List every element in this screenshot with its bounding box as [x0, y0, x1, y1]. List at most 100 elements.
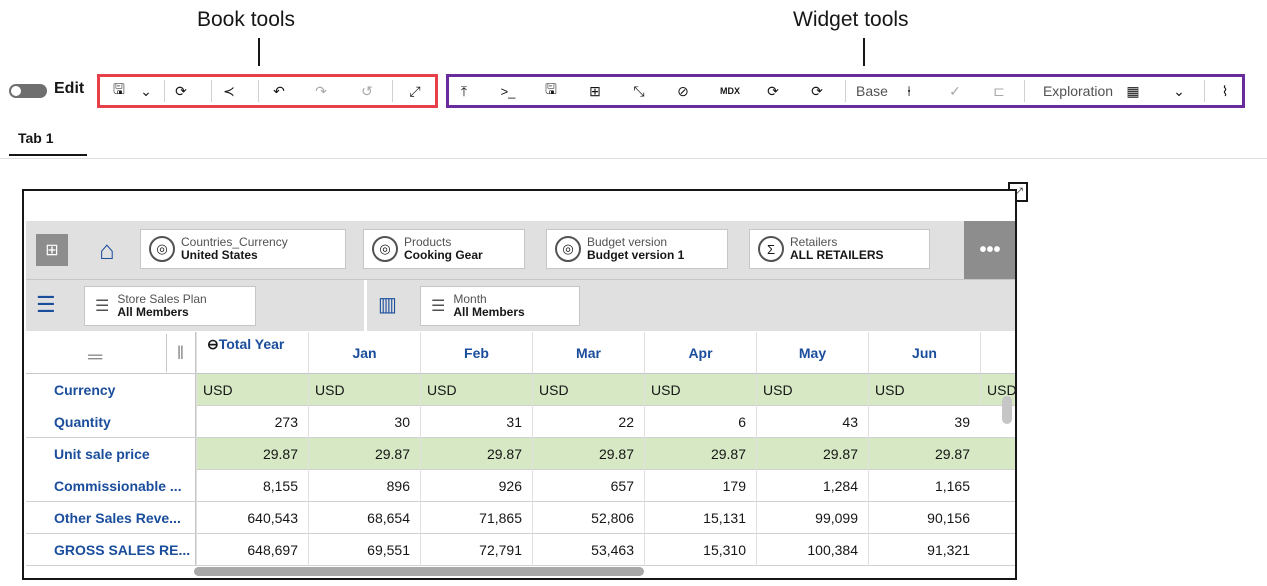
vertical-scrollbar[interactable]	[1002, 396, 1012, 424]
column-header-label: Jun	[912, 344, 937, 361]
chip-member: United States	[181, 248, 258, 262]
table-cell[interactable]: 273	[196, 406, 308, 438]
table-cell[interactable]: 31	[420, 406, 532, 438]
column-header[interactable]: Jun	[868, 332, 980, 374]
table-cell[interactable]: 90,156	[868, 502, 980, 534]
table-cell[interactable]: 640,543	[196, 502, 308, 534]
table-cell[interactable]: USD	[420, 374, 532, 406]
column-header[interactable]: Apr	[644, 332, 756, 374]
number-format-button[interactable]: ⊞	[584, 78, 606, 104]
table-cell[interactable]: 6	[644, 406, 756, 438]
table-cell[interactable]: 68,654	[308, 502, 420, 534]
table-cell[interactable]: 179	[644, 470, 756, 502]
tab-1[interactable]: Tab 1	[18, 130, 54, 146]
resize-handle-icon[interactable]: ‖	[166, 334, 194, 372]
more-options-button[interactable]: •••	[964, 221, 1015, 279]
table-cell[interactable]: 29.87	[532, 438, 644, 470]
widget-save-button[interactable]: 🖫	[540, 78, 562, 104]
commit-button[interactable]: ✓	[944, 78, 966, 104]
swap-axes-button[interactable]: ⤡	[628, 78, 650, 104]
table-cell[interactable]: 29.87	[756, 438, 868, 470]
table-cell[interactable]: 648,697	[196, 534, 308, 566]
table-cell[interactable]: 29.87	[196, 438, 308, 470]
table-cell[interactable]: 30	[308, 406, 420, 438]
table-cell[interactable]: 22	[532, 406, 644, 438]
column-header-total-year[interactable]: ⊖ Total Year	[196, 332, 308, 374]
column-header[interactable]: Mar	[532, 332, 644, 374]
save-button[interactable]: 🖫	[108, 78, 130, 104]
drag-handle-icon[interactable]: ═	[88, 346, 102, 369]
sandbox-button[interactable]: ⍿	[898, 78, 920, 104]
table-cell[interactable]: USD	[196, 374, 308, 406]
table-cell[interactable]: 39	[868, 406, 980, 438]
reset-book-button[interactable]: ↺	[356, 78, 378, 104]
column-header[interactable]: May	[756, 332, 868, 374]
undo-button[interactable]: ↶	[268, 78, 290, 104]
table-cell[interactable]: 71,865	[420, 502, 532, 534]
table-cell[interactable]: USD	[756, 374, 868, 406]
table-cell[interactable]: 100,384	[756, 534, 868, 566]
context-arch-icon[interactable]: ⌂	[90, 233, 124, 267]
row-header[interactable]: Other Sales Reve...	[26, 502, 196, 534]
table-cell[interactable]: 15,131	[644, 502, 756, 534]
table-cell[interactable]: 99,099	[756, 502, 868, 534]
table-cell[interactable]: 29.87	[420, 438, 532, 470]
table-cell[interactable]: USD	[308, 374, 420, 406]
table-cell[interactable]: 1,284	[756, 470, 868, 502]
table-cell[interactable]: 29.87	[308, 438, 420, 470]
mdx-button[interactable]: MDX	[716, 78, 744, 104]
table-cell[interactable]: 8,155	[196, 470, 308, 502]
fullscreen-icon: ⤢	[409, 82, 421, 99]
collapse-icon[interactable]: ⊖	[207, 336, 219, 353]
table-cell[interactable]: USD	[644, 374, 756, 406]
sync-settings-button[interactable]: ⟳	[806, 78, 828, 104]
table-cell[interactable]: 72,791	[420, 534, 532, 566]
redo-button[interactable]: ↷	[310, 78, 332, 104]
sync-button[interactable]: ⟳	[762, 78, 784, 104]
horizontal-scrollbar[interactable]	[194, 567, 644, 576]
rows-chip-store-sales-plan[interactable]: ☰ Store Sales Plan All Members	[84, 286, 256, 326]
table-cell[interactable]: 29.87	[868, 438, 980, 470]
column-header[interactable]: Feb	[420, 332, 532, 374]
row-header[interactable]: GROSS SALES RE...	[26, 534, 196, 566]
cols-chip-month[interactable]: ☰ Month All Members	[420, 286, 580, 326]
table-cell[interactable]: USD	[868, 374, 980, 406]
view-menu-button[interactable]: ⌄	[1168, 78, 1190, 104]
context-chip-budget-version[interactable]: ◎ Budget version Budget version 1	[546, 229, 728, 269]
context-chip-countries[interactable]: ◎ Countries_Currency United States	[140, 229, 346, 269]
row-header[interactable]: Currency	[26, 374, 196, 406]
hide-button[interactable]: ⊘	[672, 78, 694, 104]
row-header[interactable]: Commissionable ...	[26, 470, 196, 502]
row-header[interactable]: Quantity	[26, 406, 196, 438]
edit-toggle[interactable]	[9, 84, 47, 98]
column-header[interactable]: Jan	[308, 332, 420, 374]
table-cell[interactable]: 15,310	[644, 534, 756, 566]
table-view-button[interactable]: ▦	[1122, 78, 1144, 104]
table-cell[interactable]: 43	[756, 406, 868, 438]
pin-top-button[interactable]: ⤒	[453, 78, 475, 104]
terminal-button[interactable]: >_	[495, 78, 521, 104]
chart-button[interactable]: ⌇	[1214, 78, 1236, 104]
fullscreen-button[interactable]: ⤢	[404, 78, 426, 104]
mdx-icon: MDX	[720, 86, 740, 96]
table-cell[interactable]: 1,165	[868, 470, 980, 502]
table-cell[interactable]: 926	[420, 470, 532, 502]
row-header[interactable]: Unit sale price	[26, 438, 196, 470]
explorer-toggle-button[interactable]: ⊞	[36, 234, 68, 266]
table-cell[interactable]: 69,551	[308, 534, 420, 566]
save-menu-button[interactable]: ⌄	[136, 78, 156, 104]
context-chip-products[interactable]: ◎ Products Cooking Gear	[363, 229, 525, 269]
refresh-button[interactable]: ⟳	[170, 78, 192, 104]
chevron-down-icon: ⌄	[1173, 82, 1185, 99]
share-button[interactable]: ≺	[218, 78, 240, 104]
table-cell[interactable]: USD	[532, 374, 644, 406]
table-cell[interactable]: 53,463	[532, 534, 644, 566]
table-cell[interactable]: 91,321	[868, 534, 980, 566]
context-chip-retailers[interactable]: Σ Retailers ALL RETAILERS	[749, 229, 930, 269]
table-cell[interactable]: 29.87	[644, 438, 756, 470]
table-cell[interactable]: 896	[308, 470, 420, 502]
table-cell[interactable]: 657	[532, 470, 644, 502]
member-icon: ◎	[372, 236, 398, 262]
reset-data-button[interactable]: ⊏	[988, 78, 1010, 104]
table-cell[interactable]: 52,806	[532, 502, 644, 534]
